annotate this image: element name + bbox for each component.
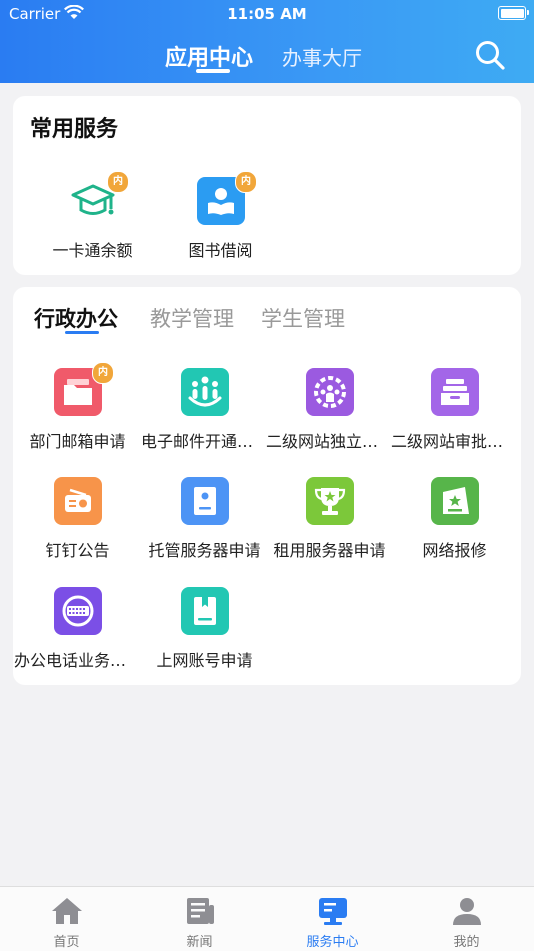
team-icon (181, 368, 229, 416)
common-services-card: 常用服务 内 一卡通余额 内 图书借阅 (13, 96, 521, 275)
search-icon[interactable] (474, 39, 506, 71)
tab-app-center[interactable]: 应用中心 (165, 40, 253, 72)
bottom-tab-bar: 首页 新闻 服务中心 我的 (0, 886, 534, 951)
tab-administration[interactable]: 行政办公 (34, 303, 118, 333)
service-item-office-phone[interactable]: 办公电话业务申请 (14, 587, 141, 687)
service-item-hosted-server[interactable]: 托管服务器申请 (141, 477, 268, 577)
tabbar-label: 我的 (453, 935, 480, 950)
service-label: 一卡通余额 (52, 241, 133, 260)
service-label: 钉钉公告 (45, 541, 110, 560)
service-label: 上网账号申请 (156, 651, 253, 670)
tabbar-label: 首页 (53, 935, 80, 950)
service-label: 部门邮箱申请 (29, 432, 126, 451)
gear-people-icon (306, 368, 354, 416)
service-label: 电子邮件开通申请 (141, 432, 268, 451)
service-label: 二级网站审批申请 (391, 432, 518, 451)
service-item-network-repair[interactable]: 网络报修 (391, 477, 518, 577)
service-label: 办公电话业务申请 (14, 651, 141, 670)
service-item-library[interactable]: 内 图书借阅 (157, 171, 284, 277)
tab-service-hall[interactable]: 办事大厅 (282, 42, 362, 71)
service-item-internet-account[interactable]: 上网账号申请 (141, 587, 268, 687)
category-services-card: 行政办公 教学管理 学生管理 内 部门邮箱申请 电子邮件开通申请 二级网站独立建… (13, 287, 521, 685)
app-header: Carrier 11:05 AM 应用中心 办事大厅 (0, 0, 534, 83)
internal-badge: 内 (107, 171, 129, 193)
service-item-subsite-approval[interactable]: 二级网站审批申请 (391, 368, 518, 468)
service-label: 图书借阅 (188, 241, 253, 260)
award-icon (431, 477, 479, 525)
service-label: 网络报修 (422, 541, 487, 560)
inbox-icon (431, 368, 479, 416)
server-icon (181, 477, 229, 525)
service-item-subsite-setup[interactable]: 二级网站独立建站申请 (266, 368, 393, 468)
tab-teaching-management[interactable]: 教学管理 (150, 303, 234, 333)
tabbar-item-service-center[interactable]: 服务中心 (266, 887, 399, 951)
service-item-card-balance[interactable]: 内 一卡通余额 (29, 171, 156, 277)
tabbar-label: 新闻 (186, 935, 213, 950)
radio-icon (54, 477, 102, 525)
service-item-email-activation[interactable]: 电子邮件开通申请 (141, 368, 268, 468)
clock: 11:05 AM (227, 5, 307, 23)
profile-icon (450, 895, 484, 927)
book-icon (181, 587, 229, 635)
tabbar-item-news[interactable]: 新闻 (133, 887, 266, 951)
service-label: 二级网站独立建站申请 (266, 432, 393, 451)
home-icon (50, 895, 84, 927)
internal-badge: 内 (92, 362, 114, 384)
section-title: 常用服务 (30, 117, 119, 142)
active-tab-indicator (65, 331, 99, 334)
service-label: 租用服务器申请 (273, 541, 386, 560)
news-icon (183, 895, 217, 927)
internal-badge: 内 (235, 171, 257, 193)
trophy-icon (306, 477, 354, 525)
service-item-dingtalk-notice[interactable]: 钉钉公告 (14, 477, 141, 577)
tabbar-item-home[interactable]: 首页 (0, 887, 133, 951)
tabbar-label: 服务中心 (306, 935, 359, 950)
status-bar: Carrier 11:05 AM (0, 0, 534, 28)
active-tab-indicator (196, 69, 230, 73)
service-item-dept-mailbox[interactable]: 内 部门邮箱申请 (14, 362, 141, 468)
service-label: 托管服务器申请 (148, 541, 261, 560)
service-center-icon (316, 895, 350, 927)
battery-icon (498, 6, 529, 20)
tab-student-management[interactable]: 学生管理 (261, 303, 345, 333)
tabbar-item-profile[interactable]: 我的 (400, 887, 533, 951)
keyboard-icon (54, 587, 102, 635)
service-item-rented-server[interactable]: 租用服务器申请 (266, 477, 393, 577)
